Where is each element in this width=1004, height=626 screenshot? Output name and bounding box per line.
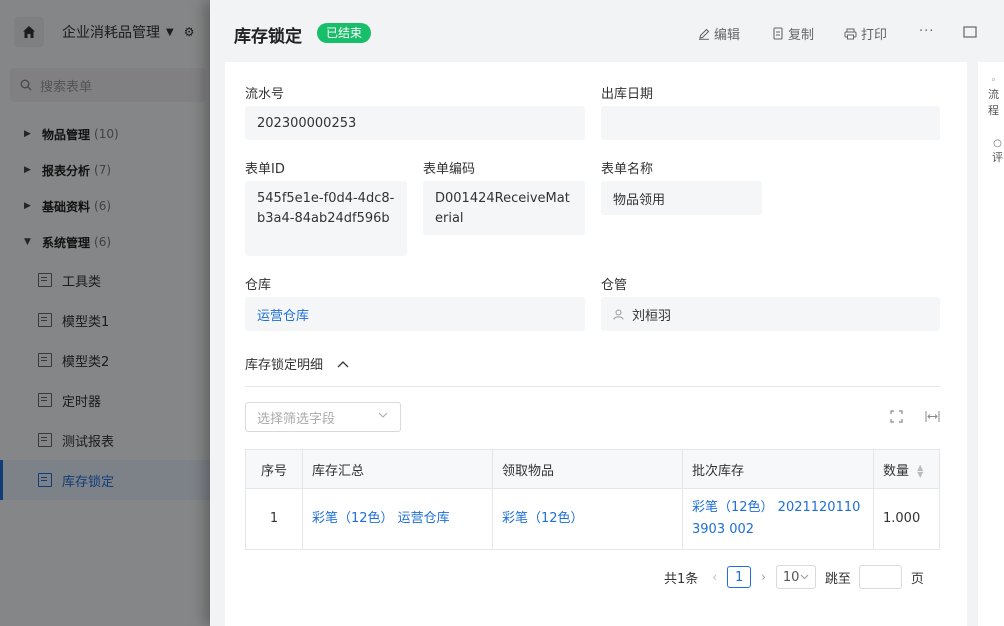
comment-tab[interactable]: ○ 评 <box>992 138 1003 165</box>
column-header: 批次库存 <box>682 449 874 489</box>
drawer-header: 库存锁定 已结束 编辑 复制 打印 ··· <box>210 0 1004 62</box>
status-badge: 已结束 <box>317 23 372 43</box>
sort-icon[interactable]: ▲ ▼ <box>917 464 923 479</box>
form-card: 流水号 202300000253 出库日期 表单ID 545f5e1e-f0d4… <box>225 62 967 626</box>
drawer-title: 库存锁定 <box>234 27 302 47</box>
form-code-label: 表单编码 <box>423 162 476 177</box>
keeper-label: 仓管 <box>601 278 628 293</box>
copy-icon <box>773 27 783 40</box>
cell-batch-link[interactable]: 彩笔（12色） 20211201103903 002 <box>682 488 874 550</box>
keeper-field: 刘桓羽 <box>601 297 940 331</box>
next-page-icon[interactable]: › <box>761 570 766 584</box>
warehouse-label: 仓库 <box>245 278 272 293</box>
pagination: 共1条 ‹ 1 › 10 跳至 页 <box>664 565 924 589</box>
chevron-up-icon <box>337 360 349 367</box>
flow-tab[interactable]: ◦ 流程 <box>983 76 1004 118</box>
filter-placeholder: 选择筛选字段 <box>257 411 336 427</box>
column-header: 序号 <box>245 449 303 489</box>
side-panel: ◦ 流程 ○ 评 <box>978 62 1004 626</box>
form-id-label: 表单ID <box>245 162 285 177</box>
table-row: 1 彩笔（12色） 运营仓库 彩笔（12色） 彩笔（12色） 202112011… <box>245 488 940 550</box>
copy-label: 复制 <box>788 28 815 43</box>
column-header-qty[interactable]: 数量 ▲ ▼ <box>873 449 940 489</box>
chevron-down-icon <box>800 574 809 580</box>
record-drawer: 库存锁定 已结束 编辑 复制 打印 ··· 流水号 202300000253 出… <box>210 0 1004 626</box>
column-width-icon[interactable] <box>925 410 940 423</box>
chevron-down-icon <box>378 412 388 418</box>
cell-item-link[interactable]: 彩笔（12色） <box>492 488 683 550</box>
printer-icon <box>844 28 857 39</box>
comment-icon: ○ <box>993 138 1002 149</box>
cell-qty: 1.000 <box>873 488 940 550</box>
filter-field-select[interactable]: 选择筛选字段 <box>245 402 401 432</box>
maximize-button[interactable] <box>963 26 981 38</box>
total-count: 共1条 <box>664 571 699 587</box>
maximize-icon <box>963 26 977 38</box>
print-label: 打印 <box>861 28 888 43</box>
warehouse-link[interactable]: 运营仓库 <box>245 297 585 331</box>
page-size-select[interactable]: 10 <box>775 565 816 589</box>
goto-page-input[interactable] <box>858 565 902 589</box>
flow-icon: ◦ <box>990 76 997 86</box>
detail-section-header[interactable]: 库存锁定明细 <box>245 354 349 373</box>
section-divider <box>245 386 940 387</box>
page-unit: 页 <box>910 571 924 587</box>
keeper-name: 刘桓羽 <box>632 308 672 324</box>
more-button[interactable]: ··· <box>919 24 934 39</box>
edit-label: 编辑 <box>714 28 741 43</box>
serial-field: 202300000253 <box>245 106 585 140</box>
cell-summary-link[interactable]: 彩笔（12色） 运营仓库 <box>302 488 493 550</box>
column-header: 数量 <box>883 463 910 479</box>
table-header-row: 序号 库存汇总 领取物品 批次库存 数量 ▲ ▼ <box>245 449 940 489</box>
prev-page-icon[interactable]: ‹ <box>712 570 717 584</box>
cell-no: 1 <box>245 488 303 550</box>
user-icon <box>613 309 624 320</box>
copy-button[interactable]: 复制 <box>772 24 814 43</box>
edit-icon <box>699 28 710 40</box>
out-date-label: 出库日期 <box>601 87 654 102</box>
form-name-label: 表单名称 <box>601 162 654 177</box>
page-button[interactable]: 1 <box>727 566 752 588</box>
comment-label: 评 <box>992 151 1003 164</box>
column-header: 库存汇总 <box>302 449 493 489</box>
edit-button[interactable]: 编辑 <box>698 24 740 43</box>
form-id-field: 545f5e1e-f0d4-4dc8-b3a4-84ab24df596b <box>245 181 407 256</box>
fullscreen-icon[interactable] <box>890 410 903 423</box>
flow-label: 流程 <box>988 88 999 117</box>
detail-table: 序号 库存汇总 领取物品 批次库存 数量 ▲ ▼ 1 彩笔（12色） 运营仓库 彩… <box>245 449 940 550</box>
detail-section-title: 库存锁定明细 <box>245 358 324 373</box>
serial-label: 流水号 <box>245 87 285 102</box>
column-header: 领取物品 <box>492 449 683 489</box>
print-button[interactable]: 打印 <box>844 24 887 43</box>
form-name-field: 物品领用 <box>601 181 762 215</box>
form-code-field: D001424ReceiveMaterial <box>423 181 585 235</box>
out-date-field <box>601 106 940 140</box>
page-size-value: 10 <box>782 569 800 585</box>
goto-label: 跳至 <box>824 571 851 587</box>
